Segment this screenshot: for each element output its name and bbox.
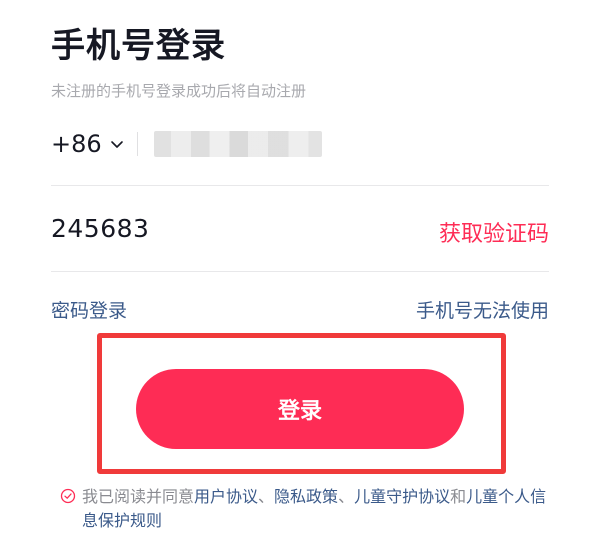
user-agreement-link[interactable]: 用户协议 [194,487,258,506]
phone-number-field[interactable] [154,131,322,157]
verification-code-input[interactable]: 245683 [51,214,149,243]
page-title: 手机号登录 [51,26,226,66]
verification-code-row: 245683 获取验证码 [51,200,549,272]
agreement-section: 我已阅读并同意用户协议、隐私政策、儿童守护协议和儿童个人信息保护规则 [60,485,550,533]
checkmark-circle-icon[interactable] [60,488,76,504]
child-protection-link[interactable]: 儿童守护协议 [354,487,450,506]
chevron-down-icon [110,141,123,148]
password-login-link[interactable]: 密码登录 [51,296,127,323]
phone-input-row: +86 [51,120,549,186]
get-code-button[interactable]: 获取验证码 [439,216,549,248]
country-code-selector[interactable]: +86 [51,130,124,158]
phone-unavailable-link[interactable]: 手机号无法使用 [416,296,549,323]
country-code: +86 [51,130,102,158]
agreement-text: 我已阅读并同意用户协议、隐私政策、儿童守护协议和儿童个人信息保护规则 [82,487,547,530]
page-subtitle: 未注册的手机号登录成功后将自动注册 [51,82,307,100]
privacy-policy-link[interactable]: 隐私政策 [274,487,338,506]
country-divider [137,132,138,156]
login-button[interactable]: 登录 [136,369,464,449]
